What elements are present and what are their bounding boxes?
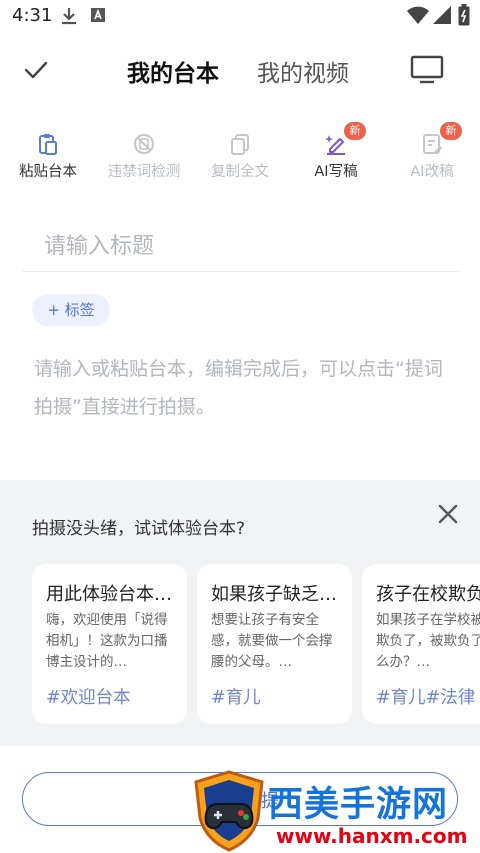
close-panel-button[interactable] — [434, 500, 462, 528]
tool-label: 粘贴台本 — [19, 164, 77, 180]
watermark-url: www.hanxm.com — [276, 824, 468, 848]
status-time: 4:31 — [12, 5, 53, 26]
paste-script-button[interactable]: 粘贴台本 — [0, 128, 96, 192]
ai-write-button[interactable]: 新 AI写稿 — [288, 122, 384, 192]
header: 我的台本 我的视频 — [0, 32, 480, 106]
close-icon — [438, 504, 458, 524]
editor-screen: 我的台本 我的视频 粘贴台本 违禁词检测 复制全文 新 AI写稿 新 AI改稿 — [0, 32, 480, 480]
tab-my-videos[interactable]: 我的视频 — [257, 54, 349, 88]
add-tag-button[interactable]: + 标签 — [32, 294, 110, 326]
sample-card[interactable]: 用此体验台本… 嗨，欢迎使用「说得相机」！这款为口播博主设计的… #欢迎台本 — [32, 564, 187, 724]
card-description: 如果孩子在学校被人欺负了，被欺负了怎么办？… — [376, 612, 480, 670]
tool-label: 违禁词检测 — [107, 164, 181, 180]
signal-icon — [432, 5, 452, 29]
sample-card[interactable]: 孩子在校欺负 如果孩子在学校被人欺负了，被欺负了怎么办？… #育儿#法律 — [362, 564, 480, 724]
download-icon — [60, 6, 78, 30]
monitor-button[interactable] — [410, 54, 444, 86]
title-input[interactable] — [22, 222, 460, 272]
paste-icon — [39, 134, 57, 155]
check-icon — [24, 61, 48, 79]
copy-icon — [231, 134, 249, 155]
watermark-title: 西美手游网 — [268, 785, 449, 825]
forbidden-word-icon — [134, 134, 154, 154]
monitor-icon — [410, 55, 444, 84]
tool-label: AI改稿 — [410, 164, 454, 180]
new-badge: 新 — [344, 122, 366, 140]
sample-scripts-title: 拍摄没头绪，试试体验台本? — [32, 519, 246, 539]
ai-rewrite-button[interactable]: 新 AI改稿 — [384, 122, 480, 192]
copy-all-button[interactable]: 复制全文 — [192, 128, 288, 192]
wifi-icon — [406, 5, 430, 29]
card-title: 如果孩子缺乏… — [211, 584, 337, 605]
card-tags: #育儿 — [211, 688, 261, 708]
forbidden-word-check-button[interactable]: 违禁词检测 — [96, 128, 192, 192]
site-watermark: 西美手游网 www.hanxm.com — [186, 768, 480, 853]
tab-my-scripts[interactable]: 我的台本 — [127, 54, 219, 88]
battery-icon — [458, 4, 470, 30]
sample-card[interactable]: 如果孩子缺乏… 想要让孩子有安全感，就要做一个会撑腰的父母。… #育儿 — [197, 564, 352, 724]
status-bar: 4:31 — [0, 0, 480, 32]
tool-label: AI写稿 — [314, 164, 358, 180]
a-letter-icon — [90, 6, 106, 28]
card-description: 嗨，欢迎使用「说得相机」！这款为口播博主设计的… — [46, 612, 168, 670]
card-title: 孩子在校欺负 — [376, 584, 480, 605]
gamepad-shield-logo — [194, 770, 264, 852]
card-tags: #欢迎台本 — [46, 688, 131, 708]
confirm-button[interactable] — [22, 56, 50, 84]
script-body-input[interactable]: 请输入或粘贴台本，编辑完成后，可以点击“提词拍摄”直接进行拍摄。 — [34, 350, 454, 426]
card-tags: #育儿#法律 — [376, 688, 476, 708]
sample-scripts-panel: 拍摄没头绪，试试体验台本? 用此体验台本… 嗨，欢迎使用「说得相机」！这款为口播… — [0, 480, 480, 746]
card-title: 用此体验台本… — [46, 584, 172, 605]
card-description: 想要让孩子有安全感，就要做一个会撑腰的父母。… — [211, 612, 333, 670]
tool-label: 复制全文 — [211, 164, 269, 180]
new-badge: 新 — [440, 122, 462, 140]
toolbar: 粘贴台本 违禁词检测 复制全文 新 AI写稿 新 AI改稿 — [0, 122, 480, 192]
